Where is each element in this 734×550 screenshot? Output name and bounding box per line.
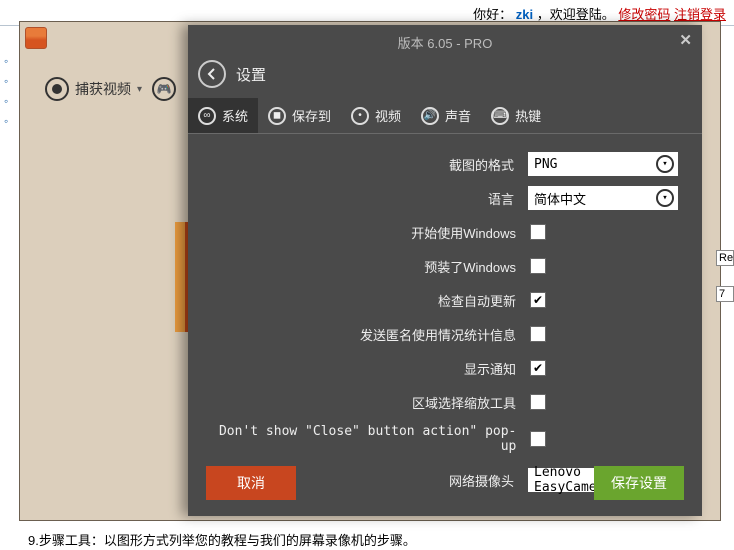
tab-audio[interactable]: 🔊 声音 (411, 98, 481, 133)
disk-icon: ◼ (268, 107, 286, 125)
settings-form: 截图的格式 PNG ▾ 语言 简体中文 ▾ 开始使用Windows 预装了Win… (188, 134, 702, 492)
close-icon[interactable]: ✕ (679, 31, 692, 49)
footer-text: 9.步骤工具：以图形方式列举您的教程与我们的屏幕录像机的步骤。 (28, 530, 416, 549)
back-button[interactable] (198, 60, 226, 88)
version-label: 版本 6.05 - PRO (188, 25, 702, 56)
language-select[interactable]: 简体中文 ▾ (528, 186, 678, 210)
tab-label: 视频 (375, 106, 401, 125)
start-with-windows-checkbox[interactable] (530, 224, 546, 240)
tab-label: 声音 (445, 106, 471, 125)
record-icon (45, 77, 69, 101)
show-notifications-checkbox[interactable]: ✔ (530, 360, 546, 376)
change-password-link[interactable]: 修改密码 (618, 7, 670, 22)
audio-icon: 🔊 (421, 107, 439, 125)
capture-video-button[interactable]: 捕获视频 ▾ (45, 77, 142, 101)
region-zoom-label: 区域选择缩放工具 (412, 393, 516, 412)
gamepad-icon: 🎮 (152, 77, 176, 101)
tab-label: 热键 (515, 106, 541, 125)
tab-label: 保存到 (292, 106, 331, 125)
modal-header: 设置 (188, 56, 702, 98)
side-bullets: ◦◦◦◦ (0, 54, 20, 128)
tab-row: ∞ 系统 ◼ 保存到 • 视频 🔊 声音 ⌨ 热键 (188, 98, 702, 134)
settings-modal: 版本 6.05 - PRO ✕ 设置 ∞ 系统 ◼ 保存到 • 视频 🔊 声音 … (188, 25, 702, 516)
game-button[interactable]: 🎮 (152, 77, 176, 101)
anon-stats-label: 发送匿名使用情况统计信息 (360, 325, 516, 344)
screenshot-format-label: 截图的格式 (449, 155, 514, 174)
preinstalled-windows-label: 预装了Windows (424, 257, 516, 276)
tab-save-to[interactable]: ◼ 保存到 (258, 98, 341, 133)
region-zoom-checkbox[interactable] (530, 394, 546, 410)
arrow-left-icon (205, 67, 219, 81)
check-updates-checkbox[interactable]: ✔ (530, 292, 546, 308)
check-updates-label: 检查自动更新 (438, 291, 516, 310)
tab-hotkeys[interactable]: ⌨ 热键 (481, 98, 551, 133)
right-sliver: Re 7 (716, 250, 734, 302)
chevron-down-icon: ▾ (656, 155, 674, 173)
username: zki (516, 7, 533, 22)
select-value: PNG (534, 157, 557, 172)
keyboard-icon: ⌨ (491, 107, 509, 125)
settings-title: 设置 (236, 64, 266, 85)
save-button[interactable]: 保存设置 (594, 466, 684, 500)
show-notifications-label: 显示通知 (464, 359, 516, 378)
link-icon: ∞ (198, 107, 216, 125)
dont-show-close-label: Don't show "Close" button action" pop-up (212, 424, 516, 454)
dont-show-close-checkbox[interactable] (530, 431, 546, 447)
anon-stats-checkbox[interactable] (530, 326, 546, 342)
sliver-b: 7 (716, 286, 734, 302)
toolbar: 捕获视频 ▾ 🎮 (45, 77, 176, 101)
welcome-label: ，欢迎登陆。 (537, 7, 615, 22)
app-logo-icon (25, 27, 47, 49)
start-with-windows-label: 开始使用Windows (411, 223, 516, 242)
button-row: 取消 保存设置 (188, 454, 702, 516)
tab-label: 系统 (222, 106, 248, 125)
chevron-down-icon: ▾ (137, 84, 142, 95)
cancel-button[interactable]: 取消 (206, 466, 296, 500)
sliver-a: Re (716, 250, 734, 266)
logout-link[interactable]: 注销登录 (674, 7, 726, 22)
video-icon: • (351, 107, 369, 125)
capture-video-label: 捕获视频 (75, 79, 131, 99)
select-value: 简体中文 (534, 189, 586, 208)
hello-label: 你好： (473, 7, 512, 22)
tab-video[interactable]: • 视频 (341, 98, 411, 133)
chevron-down-icon: ▾ (656, 189, 674, 207)
screenshot-format-select[interactable]: PNG ▾ (528, 152, 678, 176)
preinstalled-windows-checkbox[interactable] (530, 258, 546, 274)
language-label: 语言 (488, 189, 514, 208)
tab-system[interactable]: ∞ 系统 (188, 98, 258, 133)
